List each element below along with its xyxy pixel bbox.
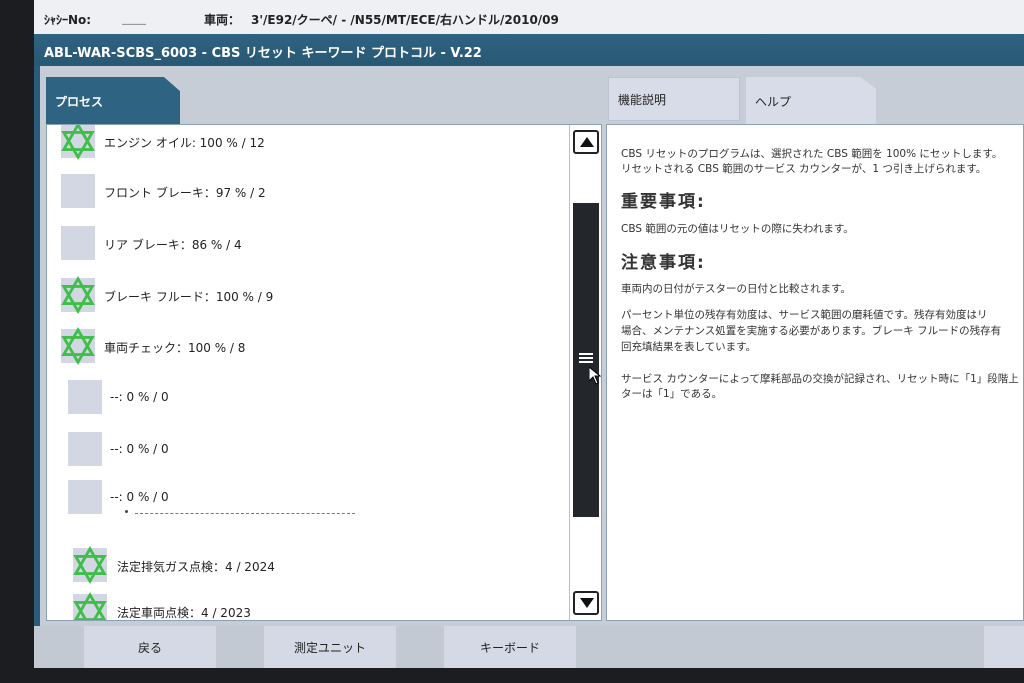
left-strip: [34, 66, 40, 626]
check-star-icon: [61, 276, 95, 314]
arrow-up-icon: [580, 137, 594, 147]
mouse-cursor-icon: [589, 367, 601, 385]
check-star-icon: [61, 125, 95, 160]
vehicle-label: 車両：: [204, 13, 241, 27]
footer-button-right[interactable]: [984, 626, 1024, 668]
help-text: ターは「1」である。: [621, 388, 723, 400]
heading-caution: 注意事項:: [621, 253, 706, 273]
tab-help[interactable]: ヘルプ: [746, 77, 876, 124]
vehicle-info-bar: ｼｬｼｰNo: ____ 車両： 3'/E92/クーペ/ - /N55/MT/E…: [34, 0, 1024, 34]
check-star-icon: [61, 327, 95, 365]
process-item[interactable]: 車両チェック：100 % / 8: [47, 326, 567, 366]
separator-line: [135, 513, 355, 514]
process-item[interactable]: --: 0 % / 0: [47, 429, 567, 469]
process-item[interactable]: 法定車両点検：4 / 2023: [47, 591, 567, 620]
process-item[interactable]: リア ブレーキ：86 % / 4: [47, 223, 567, 263]
arrow-down-icon: [580, 598, 594, 608]
process-item[interactable]: ブレーキ フルード：100 % / 9: [47, 275, 567, 315]
help-text: CBS リセットのプログラムは、選択された CBS 範囲を 100% にセットし…: [621, 148, 1003, 160]
scroll-down-button[interactable]: [573, 591, 599, 615]
scroll-up-button[interactable]: [573, 130, 599, 154]
status-box: [61, 174, 95, 208]
tab-help-label: ヘルプ: [755, 95, 792, 109]
status-box: [68, 480, 102, 514]
process-item-label: 車両チェック：100 % / 8: [104, 341, 246, 355]
help-text: 回充填結果を表しています。: [621, 341, 757, 353]
process-item-label: ブレーキ フルード：100 % / 9: [104, 290, 274, 304]
process-item-label: --: 0 % / 0: [110, 490, 169, 504]
process-item-label: 法定排気ガス点検：4 / 2024: [117, 560, 275, 574]
heading-important: 重要事項:: [621, 192, 706, 212]
keyboard-button[interactable]: キーボード: [444, 626, 576, 668]
chassis-label: ｼｬｼｰNo:: [44, 13, 92, 27]
tab-function-description[interactable]: 機能説明: [608, 77, 740, 121]
check-star-icon: [73, 546, 107, 584]
help-text: 車両内の日付がテスターの日付と比較されます。: [621, 283, 851, 295]
status-box: [61, 226, 95, 260]
help-text: サービス カウンターによって摩耗部品の交換が記録され、リセット時に「1」段階上: [621, 373, 1019, 385]
process-item[interactable]: フロント ブレーキ：97 % / 2: [47, 171, 567, 211]
check-star-icon: [73, 592, 107, 620]
chassis-value: ____: [122, 11, 146, 25]
process-item-label: エンジン オイル: 100 % / 12: [104, 136, 265, 150]
tab-process-label: プロセス: [55, 95, 104, 109]
measure-unit-button[interactable]: 測定ユニット: [264, 626, 396, 668]
help-text: CBS 範囲の元の値はリセットの際に失われます。: [621, 223, 854, 235]
title-bar: ABL-WAR-SCBS_6003 - CBS リセット キーワード プロトコル…: [34, 34, 1024, 66]
footer-bar: 戻る 測定ユニット キーボード: [34, 626, 1024, 668]
vehicle-value: 3'/E92/クーペ/ - /N55/MT/ECE/右ハンドル/2010/09: [251, 13, 559, 27]
process-item-label: --: 0 % / 0: [110, 442, 169, 456]
process-item-label: 法定車両点検：4 / 2023: [117, 606, 251, 620]
help-panel: CBS リセットのプログラムは、選択された CBS 範囲を 100% にセットし…: [606, 124, 1024, 621]
help-text: リセットされる CBS 範囲のサービス カウンターが、1 つ引き上げられます。: [621, 163, 987, 175]
grip-icon: [579, 353, 593, 365]
back-button-label: 戻る: [137, 640, 162, 655]
page-title: ABL-WAR-SCBS_6003 - CBS リセット キーワード プロトコル…: [44, 46, 482, 61]
help-text: 場合、メンテナンス処置を実施する必要があります。ブレーキ フルードの残存有: [621, 325, 1002, 337]
tab-process[interactable]: プロセス: [46, 77, 180, 124]
process-item[interactable]: エンジン オイル: 100 % / 12: [47, 125, 567, 161]
process-list-panel: エンジン オイル: 100 % / 12 フロント ブレーキ：97 % / 2 リア…: [46, 124, 602, 621]
help-text: パーセント単位の残存有効度は、サービス範囲の磨耗値です。残存有効度はリ: [621, 309, 988, 321]
bullet-dot: [125, 510, 128, 513]
status-box: [68, 432, 102, 466]
scroll-thumb[interactable]: [573, 203, 599, 517]
process-item-label: --: 0 % / 0: [110, 390, 169, 404]
process-item-label: リア ブレーキ：86 % / 4: [104, 238, 242, 252]
process-item[interactable]: --: 0 % / 0: [47, 377, 567, 417]
back-button[interactable]: 戻る: [84, 626, 216, 668]
measure-unit-label: 測定ユニット: [293, 640, 366, 655]
keyboard-label: キーボード: [479, 640, 540, 655]
diagnostic-screen: ｼｬｼｰNo: ____ 車両： 3'/E92/クーペ/ - /N55/MT/E…: [34, 0, 1024, 668]
status-box: [68, 380, 102, 414]
tab-function-label: 機能説明: [618, 93, 667, 107]
process-item-label: フロント ブレーキ：97 % / 2: [104, 186, 266, 200]
process-item[interactable]: 法定排気ガス点検：4 / 2024: [47, 545, 567, 585]
